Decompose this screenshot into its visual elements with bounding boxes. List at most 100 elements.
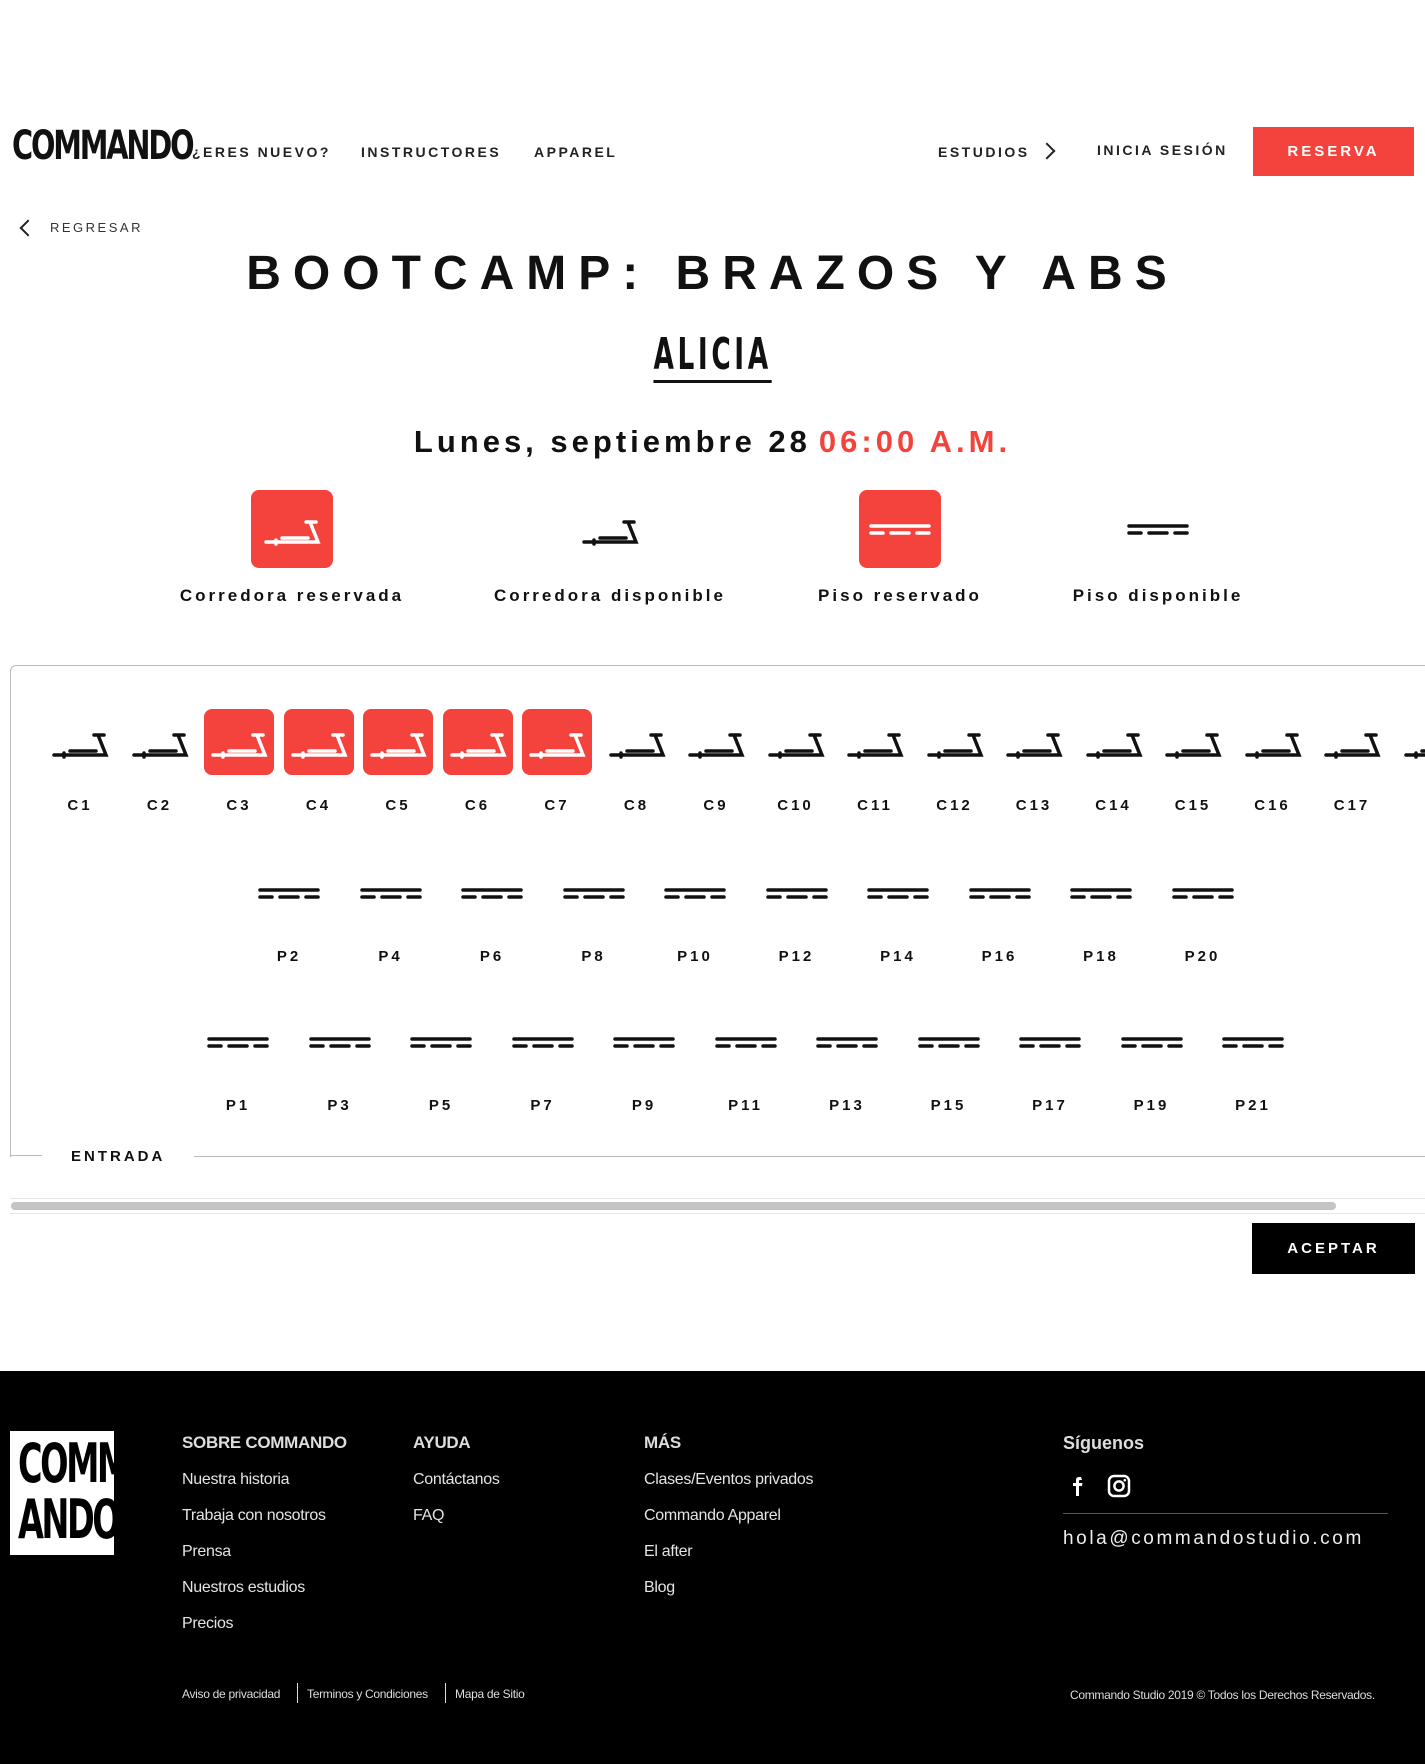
seat-number: P21 [1235, 1097, 1271, 1114]
seat-map-scrollbar[interactable] [10, 1198, 1425, 1214]
instructor-link[interactable]: ALICIA [653, 330, 772, 383]
accept-button[interactable]: ACEPTAR [1252, 1223, 1415, 1274]
legend-treadmill-available: Corredora disponible [480, 490, 740, 610]
reserve-button[interactable]: RESERVA [1253, 127, 1414, 176]
footer-link-eventos[interactable]: Clases/Eventos privados [644, 1471, 813, 1507]
legend-label: Corredora reservada [179, 586, 405, 605]
floor-mat-icon [965, 860, 1035, 926]
facebook-icon[interactable] [1066, 1473, 1092, 1499]
divider [445, 1683, 446, 1703]
instagram-icon[interactable] [1106, 1473, 1132, 1499]
seat-number: P12 [778, 948, 815, 965]
footer-col-sobre: SOBRE COMMANDO Nuestra historia Trabaja … [182, 1433, 347, 1651]
treadmill-icon [1079, 709, 1149, 775]
footer-logo-line: ANDO [18, 1488, 114, 1551]
class-time: 06:00 A.M. [818, 424, 1012, 459]
divider [10, 1155, 42, 1156]
chevron-right-icon[interactable] [1038, 142, 1056, 160]
divider [297, 1683, 298, 1703]
treadmill-icon [1158, 709, 1228, 775]
copyright: Commando Studio 2019 © Todos los Derecho… [1070, 1688, 1375, 1702]
footer-link-precios[interactable]: Precios [182, 1615, 347, 1651]
seat-number: C3 [226, 797, 252, 814]
contact-email[interactable]: hola@commandostudio.com [1063, 1528, 1364, 1550]
treadmill-icon [251, 490, 333, 568]
floor-mat-icon [762, 860, 832, 926]
scrollbar-thumb[interactable] [11, 1202, 1336, 1210]
seat-number: P8 [581, 948, 606, 965]
footer-col-ayuda: AYUDA Contáctanos FAQ [413, 1433, 500, 1543]
seat-map: C1 C2 C3 C4 C5 C6 C7 C8 C9 C10 C11 C12 C13 C14 C15 C16 C… [10, 665, 1425, 1157]
seat-number: C17 [1333, 797, 1371, 814]
back-link[interactable]: REGRESAR [16, 216, 146, 240]
floor-mat-icon [1066, 860, 1136, 926]
seat-number: P11 [728, 1097, 763, 1114]
legend-label: Piso reservado [818, 586, 982, 605]
footer-logo-line: COMM [18, 1432, 114, 1495]
nav-apparel[interactable]: APPAREL [534, 144, 617, 160]
site-header: COMMANDO ¿ERES NUEVO? INSTRUCTORES APPAR… [0, 0, 1425, 200]
seat-number: P9 [631, 1097, 657, 1114]
seat-number: P20 [1184, 948, 1221, 965]
privacy-link[interactable]: Aviso de privacidad [182, 1687, 280, 1701]
treadmill-icon [1397, 709, 1425, 775]
footer-col-title: AYUDA [413, 1433, 471, 1452]
floor-mat-icon [203, 1009, 273, 1075]
seat-number: C2 [146, 797, 173, 814]
seat-number: P7 [530, 1097, 555, 1114]
floor-mat-icon [305, 1009, 375, 1075]
treadmill-icon [1317, 709, 1387, 775]
floor-mat-icon [859, 490, 941, 568]
footer-col-mas: MÁS Clases/Eventos privados Commando App… [644, 1433, 813, 1615]
footer-link-trabaja[interactable]: Trabaja con nosotros [182, 1507, 347, 1543]
seat-number: C13 [1015, 797, 1053, 814]
floor-mat-icon [1117, 490, 1199, 568]
legend-floor-reserved: Piso reservado [770, 490, 1030, 610]
legend-label: Piso disponible [1072, 586, 1244, 605]
footer-link-contactanos[interactable]: Contáctanos [413, 1471, 500, 1507]
treadmill-icon [569, 490, 651, 568]
seat-number: C10 [777, 797, 814, 814]
footer-link-el-after[interactable]: El after [644, 1543, 813, 1579]
treadmill-icon [363, 709, 433, 775]
footer-link-estudios[interactable]: Nuestros estudios [182, 1579, 347, 1615]
seat-number: C5 [385, 797, 411, 814]
treadmill-icon [45, 709, 115, 775]
floor-mat-icon [1218, 1009, 1288, 1075]
nav-inicia-sesion[interactable]: INICIA SESIÓN [1097, 142, 1228, 158]
footer-link-faq[interactable]: FAQ [413, 1507, 500, 1543]
nav-eres-nuevo[interactable]: ¿ERES NUEVO? [192, 144, 331, 160]
footer-logo[interactable]: COMM ANDO [10, 1431, 114, 1555]
footer-link-apparel[interactable]: Commando Apparel [644, 1507, 813, 1543]
treadmill-icon [442, 709, 513, 775]
seat-number: C16 [1254, 797, 1291, 814]
footer-link-prensa[interactable]: Prensa [182, 1543, 347, 1579]
class-datetime: Lunes, septiembre 28 06:00 A.M. [0, 424, 1425, 460]
nav-instructores[interactable]: INSTRUCTORES [361, 144, 501, 160]
nav-estudios[interactable]: ESTUDIOS [938, 144, 1030, 160]
seat-number: P17 [1032, 1097, 1068, 1114]
floor-mat-icon [356, 860, 426, 926]
terms-link[interactable]: Terminos y Condiciones [307, 1687, 428, 1701]
floor-mat-icon [609, 1009, 679, 1075]
divider [194, 1156, 1425, 1157]
commando-logo[interactable]: COMMANDO [12, 126, 195, 166]
sitemap-link[interactable]: Mapa de Sitio [455, 1687, 525, 1701]
seat-number: P10 [677, 948, 713, 965]
class-date: Lunes, septiembre 28 [413, 424, 811, 459]
seat-number: P1 [225, 1097, 251, 1114]
seat-number: P2 [276, 948, 302, 965]
seat-number: C14 [1095, 797, 1132, 814]
seat-number: P19 [1133, 1097, 1170, 1114]
treadmill-icon [204, 709, 274, 775]
floor-mat-icon [711, 1009, 781, 1075]
seat-number: P13 [829, 1097, 865, 1114]
divider [1063, 1513, 1388, 1514]
seat-number: P16 [981, 948, 1018, 965]
seat-number: C9 [703, 797, 729, 814]
footer-link-blog[interactable]: Blog [644, 1579, 813, 1615]
floor-mat-icon [863, 860, 933, 926]
treadmill-icon [999, 709, 1069, 775]
footer-link-nuestra-historia[interactable]: Nuestra historia [182, 1471, 347, 1507]
seat-number: C1 [67, 797, 93, 814]
